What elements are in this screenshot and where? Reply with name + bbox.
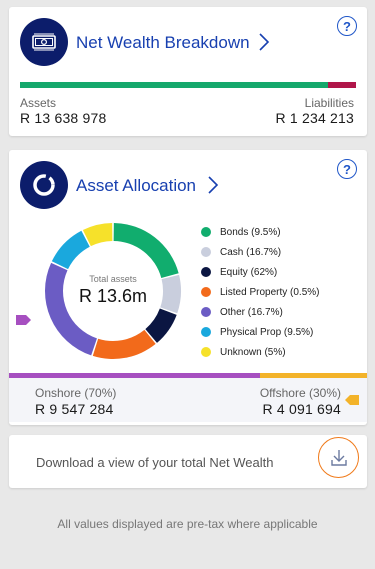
legend-item: Bonds (9.5%) (201, 222, 320, 242)
assets-value: R 13 638 978 (20, 110, 107, 126)
legend-swatch (201, 347, 211, 357)
chevron-right-icon[interactable] (207, 175, 219, 195)
legend-swatch (201, 227, 211, 237)
banknote-icon[interactable] (20, 18, 68, 66)
legend-swatch (201, 267, 211, 277)
offshore-marker-icon (345, 395, 359, 405)
legend-item: Physical Prop (9.5%) (201, 322, 320, 342)
legend-item: Other (16.7%) (201, 302, 320, 322)
download-card[interactable]: Download a view of your total Net Wealth (9, 435, 367, 488)
liabilities-label: Liabilities (304, 96, 354, 110)
offshore-label: Offshore (30%) (259, 386, 341, 400)
legend-swatch (201, 307, 211, 317)
onshore-value: R 9 547 284 (35, 401, 114, 417)
legend-item: Cash (16.7%) (201, 242, 320, 262)
liabilities-value: R 1 234 213 (275, 110, 354, 126)
allocation-legend: Bonds (9.5%) Cash (16.7%) Equity (62%) List… (201, 222, 320, 362)
offshore-value: R 4 091 694 (262, 401, 341, 417)
legend-label: Physical Prop (9.5%) (220, 326, 314, 338)
offshore-bar (260, 373, 367, 378)
legend-swatch (201, 327, 211, 337)
download-icon[interactable] (318, 437, 359, 478)
onshore-label: Onshore (70%) (35, 386, 117, 400)
legend-swatch (201, 247, 211, 257)
assets-label: Assets (20, 96, 57, 110)
legend-swatch (201, 287, 211, 297)
donut-center-caption: Total assets (89, 274, 137, 284)
legend-label: Bonds (9.5%) (220, 226, 281, 238)
asset-allocation-card: Asset Allocation ? Total assets R 13.6m … (9, 150, 367, 425)
donut-segment[interactable] (92, 329, 156, 359)
help-icon[interactable]: ? (337, 16, 357, 36)
net-wealth-card: Net Wealth Breakdown ? Assets R 13 638 9… (9, 7, 367, 136)
help-icon[interactable]: ? (337, 159, 357, 179)
donut-chart-icon[interactable] (20, 161, 68, 209)
legend-label: Cash (16.7%) (220, 246, 282, 258)
legend-item: Listed Property (0.5%) (201, 282, 320, 302)
donut-segment[interactable] (113, 223, 179, 278)
pre-tax-note: All values displayed are pre-tax where a… (57, 517, 318, 531)
onshore-bar (9, 373, 260, 378)
asset-allocation-title[interactable]: Asset Allocation (76, 176, 196, 196)
legend-label: Equity (62%) (220, 266, 278, 278)
download-text[interactable]: Download a view of your total Net Wealth (36, 455, 274, 470)
assets-bar (20, 82, 328, 88)
onshore-marker-icon (16, 315, 31, 325)
legend-label: Unknown (5%) (220, 346, 286, 358)
legend-item: Equity (62%) (201, 262, 320, 282)
liabilities-bar (328, 82, 356, 88)
legend-label: Other (16.7%) (220, 306, 283, 318)
donut-center-value: R 13.6m (78, 286, 148, 306)
chevron-right-icon[interactable] (258, 32, 270, 52)
legend-item: Unknown (5%) (201, 342, 320, 362)
legend-label: Listed Property (0.5%) (220, 286, 320, 298)
onshore-offshore-summary: Onshore (70%) R 9 547 284 Offshore (30%)… (9, 373, 367, 422)
net-wealth-title[interactable]: Net Wealth Breakdown (76, 33, 250, 53)
donut-segment[interactable] (51, 230, 90, 270)
